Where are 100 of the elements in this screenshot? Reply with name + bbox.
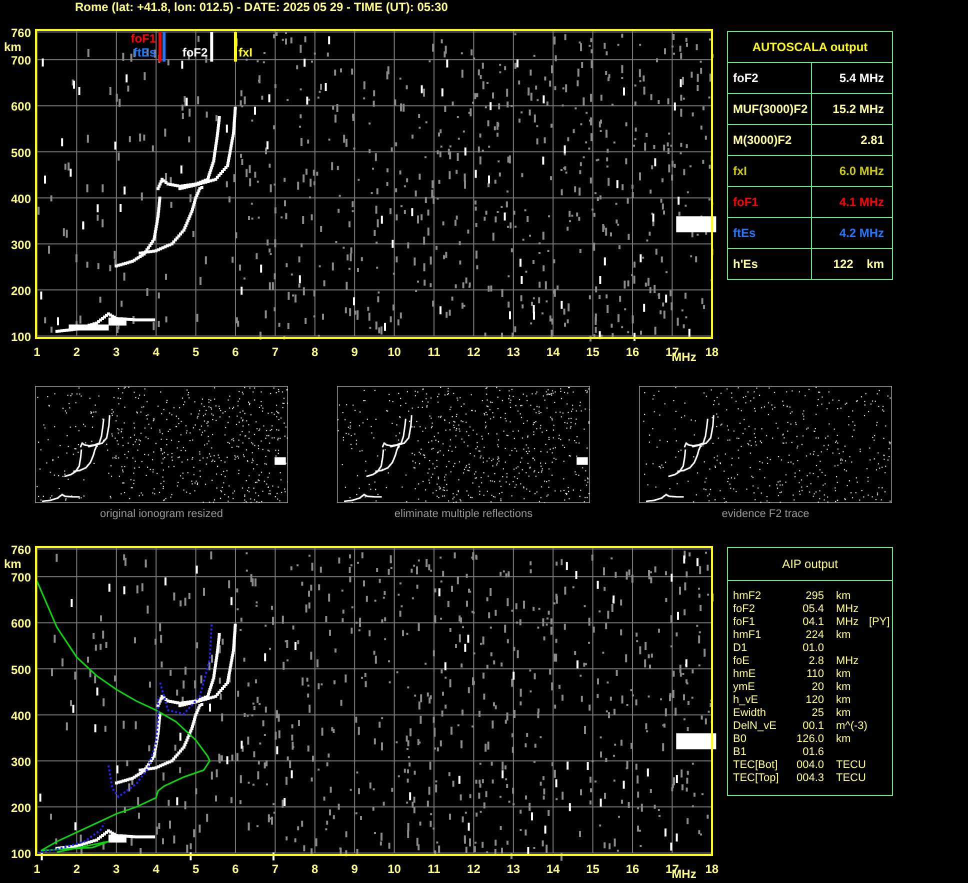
- axis-tick-label: 300: [10, 238, 31, 252]
- parameter-value: 004.0: [795, 759, 824, 772]
- panel-title: AIP output: [728, 548, 892, 581]
- parameter-unit: km: [836, 707, 852, 720]
- axis-tick-label: 7: [272, 862, 279, 876]
- axis-tick-label: 15: [586, 345, 600, 359]
- axis-tick-label: 12: [467, 345, 480, 359]
- axis-tick-label: 16: [626, 862, 640, 876]
- axis-tick-label: 2: [73, 862, 80, 876]
- parameter-name: hmE: [733, 668, 757, 681]
- thumbnail-caption: eliminate multiple reflections: [394, 508, 533, 520]
- axis-tick-label: 8: [312, 345, 318, 359]
- axis-tick-label: 760: [10, 543, 31, 557]
- parameter-unit: TECU: [836, 759, 867, 772]
- parameter-value: 01.0: [802, 642, 824, 655]
- parameter-value: 05.4: [802, 603, 824, 616]
- echo-block: [676, 216, 716, 232]
- axis-tick-label: 18: [705, 862, 719, 876]
- parameter-value: 2.81: [860, 132, 885, 149]
- parameter-name: D1: [733, 642, 748, 655]
- axis-tick-label: 600: [10, 100, 31, 114]
- parameter-value: 2.8: [808, 655, 824, 668]
- axis-tick-label: 10: [388, 862, 401, 876]
- axis-tick-label: 200: [10, 800, 31, 815]
- parameter-unit: km: [836, 733, 852, 746]
- axis-tick-label: 500: [10, 146, 31, 160]
- axis-tick-label: 4: [152, 345, 160, 359]
- parameter-value: 224: [804, 629, 824, 642]
- axis-tick-label: 7: [272, 345, 279, 359]
- axis-tick-label: 6: [232, 862, 239, 876]
- marker-label: foF2: [182, 46, 208, 60]
- axis-tick-label: 100: [10, 847, 31, 861]
- axis-unit-label: km: [4, 40, 22, 54]
- parameter-value: 5.4 MHz: [838, 70, 885, 87]
- parameter-value: 04.1: [802, 616, 824, 629]
- parameter-name: hmF2: [733, 590, 762, 603]
- axis-tick-label: 18: [705, 345, 719, 359]
- parameter-name: foF2: [733, 603, 756, 616]
- parameter-value: 15.2 MHz: [832, 101, 885, 118]
- parameter-value: 01.6: [802, 746, 824, 759]
- parameter-unit: km: [836, 629, 852, 642]
- axis-tick-label: 14: [546, 862, 560, 876]
- thumbnail-caption: evidence F2 trace: [722, 508, 810, 520]
- thumbnail-caption: original ionogram resized: [100, 508, 223, 520]
- parameter-name: h_vE: [733, 694, 760, 707]
- parameter-value: 4.2 MHz: [838, 225, 885, 242]
- parameter-unit: MHz: [836, 655, 860, 668]
- parameter-unit: MHz: [836, 616, 860, 629]
- axis-tick-label: 3: [113, 862, 120, 876]
- axis-tick-label: 200: [10, 284, 31, 298]
- station-date-time-title: Rome (lat: +41.8, lon: 012.5) - DATE: 2025 05 29 - TIME (UT): 05:30: [74, 0, 449, 16]
- axis-tick-label: 2: [73, 345, 80, 359]
- axis-tick-label: 760: [10, 26, 31, 40]
- axis-tick-label: 1: [34, 862, 40, 876]
- parameter-name: M(3000)F2: [733, 133, 792, 147]
- axis-tick-label: 9: [351, 862, 358, 876]
- parameter-unit: m^(-3): [836, 720, 868, 733]
- parameter-name: B1: [733, 746, 748, 759]
- axis-tick-label: 4: [152, 862, 160, 876]
- axis-tick-label: 1: [34, 345, 40, 359]
- parameter-name: foF1: [733, 616, 756, 629]
- axis-tick-label: 600: [10, 616, 31, 631]
- parameter-unit: MHz: [836, 603, 860, 616]
- axis-tick-label: 15: [586, 862, 600, 876]
- parameter-name: TEC[Top]: [733, 772, 780, 785]
- parameter-name: B0: [733, 733, 748, 746]
- parameter-value: 004.3: [795, 772, 824, 785]
- parameter-name: foE: [733, 655, 751, 668]
- parameter-value: 122 km: [832, 256, 885, 273]
- axis-tick-label: 13: [506, 345, 520, 359]
- axis-tick-label: 11: [428, 345, 440, 359]
- axis-tick-label: 700: [10, 54, 31, 68]
- parameter-name: DelN_vE: [733, 720, 778, 733]
- parameter-unit: km: [836, 590, 852, 603]
- parameter-value: 295: [804, 590, 824, 603]
- axis-tick-label: 6: [232, 345, 239, 359]
- axis-tick-label: 12: [467, 862, 480, 876]
- parameter-name: MUF(3000)F2: [733, 102, 808, 116]
- parameter-name: TEC[Bot]: [733, 759, 779, 772]
- parameter-name: hmF1: [733, 629, 762, 642]
- axis-tick-label: 400: [10, 708, 31, 723]
- axis-tick-label: 9: [351, 345, 358, 359]
- parameter-name: foF1: [733, 195, 758, 209]
- parameter-unit: km: [836, 668, 852, 681]
- axis-tick-label: 16: [626, 345, 640, 359]
- axis-tick-label: 5: [192, 862, 200, 876]
- axis-tick-label: 10: [388, 345, 401, 359]
- parameter-value: 110: [805, 668, 824, 681]
- parameter-unit: TECU: [836, 772, 867, 785]
- parameter-value: 4.1 MHz: [838, 194, 885, 211]
- parameter-note: [PY]: [869, 616, 890, 629]
- echo-block: [676, 733, 716, 750]
- panel-title: AUTOSCALA output: [728, 32, 892, 63]
- parameter-name: foF2: [733, 71, 758, 85]
- axis-tick-label: 400: [10, 192, 31, 206]
- axis-tick-label: 300: [10, 754, 31, 769]
- axis-unit-label: km: [4, 556, 22, 571]
- axis-tick-label: 5: [192, 345, 200, 359]
- parameter-unit: km: [836, 681, 852, 694]
- axis-tick-label: 500: [10, 662, 31, 677]
